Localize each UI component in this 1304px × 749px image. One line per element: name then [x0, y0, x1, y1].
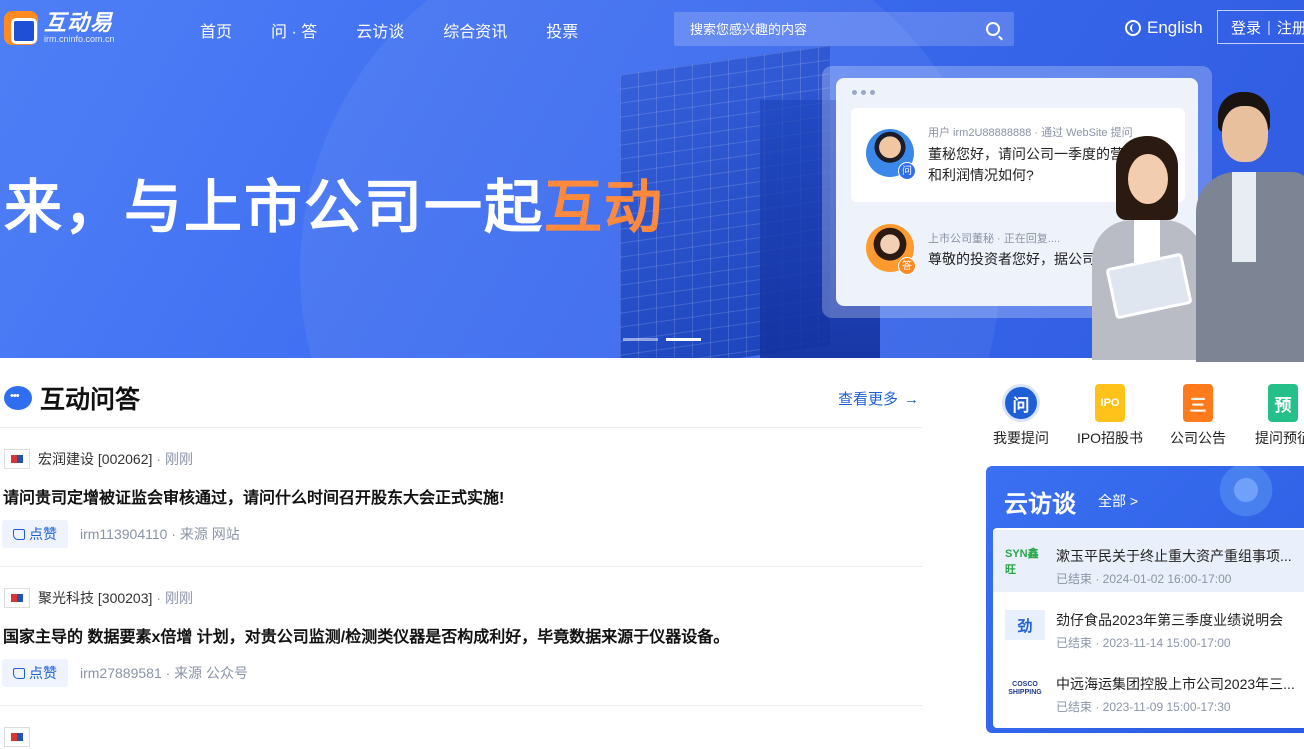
interview-time: 已结束 · 2023-11-09 15:00-17:30 — [1056, 700, 1231, 714]
divider — [0, 566, 922, 567]
interview-time: 已结束 · 2024-01-02 16:00-17:00 — [1056, 572, 1232, 586]
company-logo — [4, 727, 30, 747]
like-button[interactable]: 点赞 — [2, 659, 68, 687]
window-dots-icon — [852, 90, 879, 95]
search-box — [674, 12, 1014, 46]
post-time: · 刚刚 — [156, 451, 193, 467]
business-people-image — [1088, 92, 1304, 362]
asker-info: irm113904110 · 来源 网站 — [80, 526, 240, 542]
interview-item[interactable]: 劲 劲仔食品2023年第三季度业绩说明会 已结束 · 2023-11-14 15… — [993, 594, 1304, 656]
quick-link-label: 公司公告 — [1170, 430, 1226, 446]
nav-menu: 首页 问 · 答 云访谈 综合资讯 投票 — [200, 18, 617, 42]
company-logo: 劲 — [1005, 610, 1045, 640]
quick-link-announcement[interactable]: 三 公司公告 — [1163, 384, 1233, 448]
logo-subtitle: irm.cninfo.com.cn — [44, 34, 115, 44]
hero-slogan: 来，与上市公司一起互动 — [4, 160, 664, 244]
arrow-right-icon: → — [904, 391, 920, 408]
divider — [0, 427, 922, 428]
question-badge: 问 — [898, 162, 916, 180]
logo[interactable]: 互动易 irm.cninfo.com.cn — [4, 11, 115, 45]
answer-text: 尊敬的投资者您好，据公司 — [928, 251, 1096, 267]
auth-buttons: 登录 | 注册 — [1217, 10, 1304, 44]
carousel-dot-2[interactable] — [666, 338, 701, 341]
logo-title: 互动易 — [44, 10, 114, 35]
chat-bubble-icon — [4, 386, 32, 410]
quick-link-label: IPO招股书 — [1076, 430, 1144, 446]
announcement-icon: 三 — [1183, 384, 1213, 422]
quick-link-ask[interactable]: 问 我要提问 — [986, 384, 1056, 448]
thumbs-up-icon — [13, 528, 25, 540]
like-button[interactable]: 点赞 — [2, 520, 68, 548]
company-name[interactable]: 聚光科技 [300203] — [38, 588, 152, 608]
thumbs-up-icon — [13, 667, 25, 679]
answer-meta: 上市公司董秘 · 正在回复.... — [928, 233, 1060, 245]
logo-icon — [4, 11, 38, 45]
asker-info: irm27889581 · 来源 公众号 — [80, 665, 249, 681]
interview-time: 已结束 · 2023-11-14 15:00-17:00 — [1056, 636, 1231, 650]
company-name[interactable]: 宏润建设 [002062] — [38, 449, 152, 469]
post-time: · 刚刚 — [156, 590, 193, 606]
slogan-highlight: 互动 — [544, 175, 665, 240]
question-text[interactable]: 请问贵司定增被证监会审核通过，请问什么时间召开股东大会正式实施! — [0, 484, 922, 508]
language-switch[interactable]: English — [1125, 18, 1203, 38]
nav-news[interactable]: 综合资讯 — [443, 18, 507, 42]
question-icon: 问 — [1002, 384, 1040, 422]
nav-cloud-interview[interactable]: 云访谈 — [356, 18, 404, 42]
company-logo: SYN鑫旺 — [1005, 548, 1039, 576]
search-input[interactable] — [674, 12, 986, 46]
auth-separator: | — [1267, 18, 1271, 36]
qa-item[interactable]: 聚光科技 [300203] · 刚刚 国家主导的 数据要素x倍增 计划，对贵公司… — [0, 586, 922, 687]
microphone-icon — [1210, 466, 1300, 526]
view-more-label: 查看更多 — [838, 391, 899, 408]
carousel-dot-1[interactable] — [623, 338, 658, 341]
cloud-interview-all-link[interactable]: 全部 > — [1098, 491, 1138, 511]
divider — [0, 705, 922, 706]
login-button[interactable]: 登录 — [1231, 17, 1261, 38]
answer-badge: 答 — [898, 257, 916, 275]
search-icon[interactable] — [986, 22, 1000, 36]
interview-item[interactable]: SYN鑫旺 漱玉平民关于终止重大资产重组事项... 已结束 · 2024-01-… — [993, 530, 1304, 592]
slogan-text: 来，与上市公司一起 — [4, 175, 545, 240]
interview-title: 中远海运集团控股上市公司2023年三... — [1056, 676, 1295, 692]
carousel-indicators — [623, 338, 709, 341]
globe-icon — [1125, 20, 1141, 36]
cloud-interview-title: 云访谈 — [1004, 491, 1076, 518]
view-more-link[interactable]: 查看更多 → — [838, 388, 919, 409]
qa-item[interactable]: 宏润建设 [002062] · 刚刚 请问贵司定增被证监会审核通过，请问什么时间… — [0, 447, 922, 548]
pre-collect-icon: 预 — [1268, 384, 1298, 422]
interview-title: 漱玉平民关于终止重大资产重组事项... — [1056, 548, 1292, 564]
ipo-icon: IPO — [1095, 384, 1125, 422]
company-logo — [4, 588, 30, 608]
top-navbar: 互动易 irm.cninfo.com.cn 首页 问 · 答 云访谈 综合资讯 … — [0, 0, 1304, 58]
quick-link-precollect[interactable]: 预 提问预征 — [1248, 384, 1304, 448]
interview-item[interactable]: COSCO SHIPPING 中远海运集团控股上市公司2023年三... 已结束… — [993, 658, 1304, 720]
language-label: English — [1147, 18, 1203, 37]
quick-link-ipo[interactable]: IPO IPO招股书 — [1075, 384, 1145, 448]
register-button[interactable]: 注册 — [1277, 17, 1304, 38]
quick-link-label: 提问预征 — [1255, 430, 1304, 446]
nav-qa[interactable]: 问 · 答 — [271, 18, 317, 42]
qa-title: 互动问答 — [40, 386, 141, 414]
quick-link-label: 我要提问 — [993, 430, 1049, 446]
nav-vote[interactable]: 投票 — [546, 18, 578, 42]
company-logo: COSCO SHIPPING — [1008, 681, 1042, 696]
question-text[interactable]: 国家主导的 数据要素x倍增 计划，对贵公司监测/检测类仪器是否构成利好，毕竟数据… — [0, 623, 922, 647]
qa-header: 互动问答 — [4, 380, 140, 416]
qa-item-partial[interactable] — [0, 725, 922, 749]
interview-title: 劲仔食品2023年第三季度业绩说明会 — [1056, 612, 1284, 628]
company-logo — [4, 449, 30, 469]
nav-home[interactable]: 首页 — [200, 18, 232, 42]
